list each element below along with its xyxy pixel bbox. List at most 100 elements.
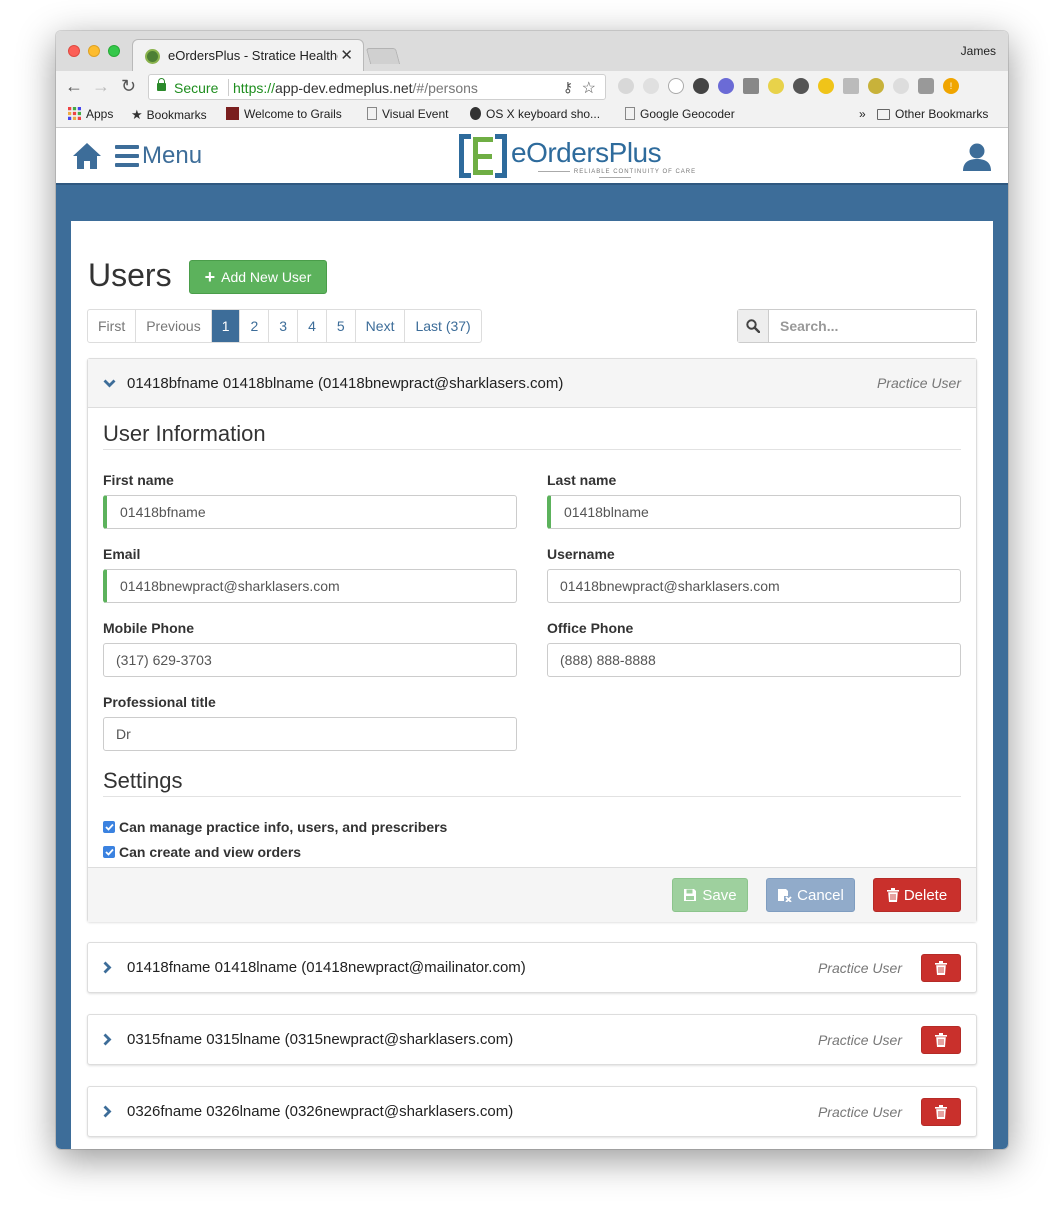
user-card-title: 01418bfname 01418blname (01418bnewpract@…	[127, 374, 564, 392]
email-label: Email	[103, 546, 141, 562]
user-role: Practice User	[817, 1103, 902, 1120]
delete-user-button[interactable]	[921, 1026, 961, 1054]
address-bar[interactable]: Secure https://app-dev.edmeplus.net/#/pe…	[148, 74, 606, 100]
mobile-phone-label: Mobile Phone	[103, 620, 194, 636]
user-card-header[interactable]: 01418fname 01418lname (01418newpract@mai…	[88, 943, 976, 992]
alert-icon[interactable]: !	[943, 78, 959, 94]
minimize-window-button[interactable]	[88, 45, 100, 57]
setting-label: Can create and view orders	[119, 844, 302, 860]
forward-arrow-icon[interactable]: →	[92, 76, 110, 97]
user-card-header[interactable]: 0315fname 0315lname (0315newpract@sharkl…	[88, 1015, 976, 1064]
office-phone-label: Office Phone	[547, 620, 634, 636]
pagination: First Previous 1 2 3 4 5 Next Last (37)	[87, 309, 482, 343]
apps-grid-icon	[68, 107, 81, 120]
delete-user-button[interactable]	[921, 954, 961, 982]
close-window-button[interactable]	[68, 45, 80, 57]
delete-button[interactable]: Delete	[873, 878, 961, 912]
first-name-field[interactable]	[103, 495, 517, 529]
page-4[interactable]: 4	[297, 310, 326, 342]
camera-icon[interactable]	[918, 78, 934, 94]
email-field[interactable]	[103, 569, 517, 603]
extension-icon[interactable]	[868, 78, 884, 94]
app-logo[interactable]: eOrdersPlus RELIABLE CONTINUITY OF CARE	[457, 133, 713, 181]
bookmark-geocoder[interactable]: Google Geocoder	[625, 107, 735, 121]
trash-icon	[935, 961, 947, 975]
user-card-header[interactable]: 0326fname 0326lname (0326newpract@sharkl…	[88, 1087, 976, 1136]
chevron-right-icon	[103, 961, 117, 974]
user-card-title: 01418fname 01418lname (01418newpract@mai…	[127, 959, 526, 976]
bookmark-other[interactable]: Other Bookmarks	[877, 107, 988, 121]
professional-title-field[interactable]	[103, 717, 517, 751]
bookmark-bookmarks[interactable]: ★ Bookmarks	[131, 107, 207, 123]
close-tab-icon[interactable]: ✕	[340, 46, 353, 64]
logo-tagline: RELIABLE CONTINUITY OF CARE	[517, 169, 713, 181]
page-3[interactable]: 3	[268, 310, 297, 342]
bookmarks-overflow[interactable]: »	[859, 107, 866, 121]
cancel-label: Cancel	[797, 886, 844, 904]
user-card-title: 0315fname 0315lname (0315newpract@sharkl…	[127, 1031, 514, 1048]
mobile-phone-field[interactable]	[103, 643, 517, 677]
app-background: Menu eOrdersPlus RELIABLE CONTINUITY OF …	[56, 128, 1008, 1149]
url-text[interactable]: https://app-dev.edmeplus.net/#/persons	[233, 80, 478, 96]
search-box	[737, 309, 977, 343]
bookmark-grails[interactable]: Welcome to Grails	[226, 107, 342, 121]
tab-title: eOrdersPlus - Stratice Healthc	[168, 48, 338, 63]
extension-icon[interactable]	[768, 78, 784, 94]
back-arrow-icon[interactable]: ←	[65, 76, 83, 97]
new-tab-button[interactable]	[365, 48, 401, 64]
page-2[interactable]: 2	[239, 310, 268, 342]
bookmark-star-icon[interactable]: ☆	[582, 78, 596, 98]
save-button[interactable]: Save	[672, 878, 748, 912]
page-next[interactable]: Next	[354, 310, 405, 342]
reload-icon[interactable]: ↻	[121, 76, 136, 97]
setting-create-orders[interactable]: Can create and view orders	[103, 844, 301, 860]
office-phone-field[interactable]	[547, 643, 961, 677]
cancel-button[interactable]: Cancel	[766, 878, 855, 912]
trash-icon	[935, 1033, 947, 1047]
extension-icon[interactable]	[618, 78, 634, 94]
extension-icon[interactable]	[818, 78, 834, 94]
extension-icon[interactable]	[718, 78, 734, 94]
delete-user-button[interactable]	[921, 1098, 961, 1126]
grails-icon	[226, 107, 239, 120]
extension-icon[interactable]	[668, 78, 684, 94]
bookmark-visual-event[interactable]: Visual Event	[367, 107, 449, 121]
search-icon[interactable]	[738, 310, 769, 342]
page-last[interactable]: Last (37)	[404, 310, 480, 342]
add-user-button[interactable]: + Add New User	[189, 260, 327, 294]
user-role: Practice User	[817, 959, 902, 976]
user-card-header[interactable]: 01418bfname 01418blname (01418bnewpract@…	[88, 359, 976, 408]
plus-icon: +	[204, 267, 216, 287]
checkbox-checked-icon[interactable]	[103, 846, 115, 858]
bookmark-apps[interactable]: Apps	[68, 107, 113, 121]
search-input[interactable]	[769, 310, 976, 342]
checkbox-checked-icon[interactable]	[103, 821, 115, 833]
page-previous[interactable]: Previous	[135, 310, 210, 342]
extension-icon[interactable]	[693, 78, 709, 94]
key-icon[interactable]: ⚷	[563, 79, 573, 96]
extension-icon[interactable]	[743, 78, 759, 94]
extension-icon[interactable]	[793, 78, 809, 94]
browser-tab[interactable]: eOrdersPlus - Stratice Healthc ✕	[132, 39, 364, 71]
trash-icon	[886, 888, 899, 902]
user-card: 0315fname 0315lname (0315newpract@sharkl…	[87, 1014, 977, 1065]
browser-profile[interactable]: James	[961, 44, 996, 58]
extension-icon[interactable]	[893, 78, 909, 94]
username-label: Username	[547, 546, 615, 562]
last-name-field[interactable]	[547, 495, 961, 529]
menu-button[interactable]: Menu	[115, 141, 202, 171]
setting-manage-practice[interactable]: Can manage practice info, users, and pre…	[103, 819, 447, 835]
zoom-window-button[interactable]	[108, 45, 120, 57]
setting-label: Can manage practice info, users, and pre…	[119, 819, 448, 835]
username-field[interactable]	[547, 569, 961, 603]
home-icon[interactable]	[72, 141, 102, 171]
menu-label: Menu	[142, 142, 203, 169]
extension-icon[interactable]	[843, 78, 859, 94]
page-1[interactable]: 1	[210, 310, 240, 342]
page-5[interactable]: 5	[325, 310, 355, 342]
bookmark-osx[interactable]: OS X keyboard sho...	[470, 107, 600, 121]
user-account-icon[interactable]	[962, 142, 992, 172]
page-first[interactable]: First	[88, 310, 135, 342]
page-title: Users	[88, 257, 172, 293]
extension-icon[interactable]	[643, 78, 659, 94]
